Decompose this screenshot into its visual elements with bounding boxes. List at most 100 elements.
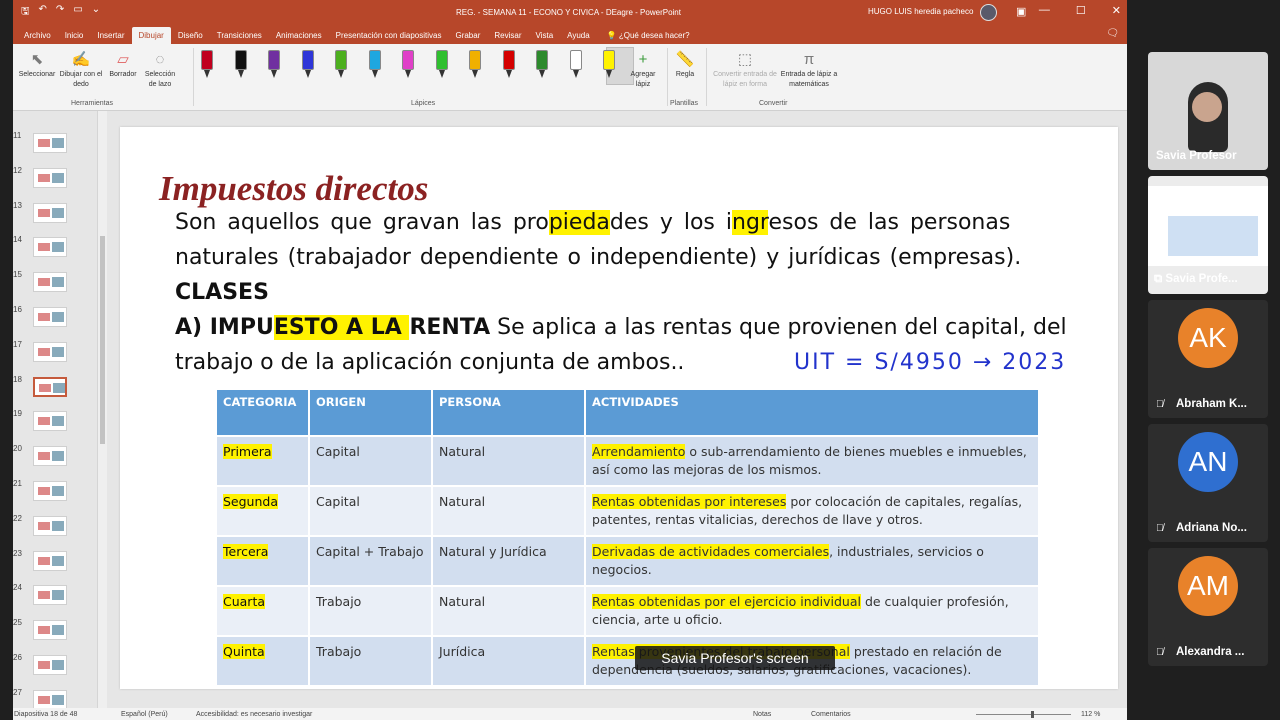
slide-thumbnail-row[interactable]: 25	[13, 618, 96, 646]
slide-thumbnail[interactable]	[33, 689, 67, 710]
slide-thumbnail[interactable]	[33, 341, 67, 362]
slide-thumbnail[interactable]	[33, 272, 67, 293]
eraser-button[interactable]: ▱ Borrador	[103, 50, 143, 80]
user-name[interactable]: HUGO LUIS heredia pacheco	[868, 7, 973, 16]
slide-thumbnail[interactable]	[33, 446, 67, 467]
ribbon-display-icon[interactable]: ▣	[1016, 5, 1026, 18]
pen-swatch[interactable]	[234, 50, 247, 80]
tab-ayuda[interactable]: Ayuda	[560, 31, 597, 44]
comments-button[interactable]: Comentarios	[811, 711, 851, 718]
slide-thumbnail[interactable]	[33, 585, 67, 606]
slide-thumbnail-row[interactable]: 23	[13, 549, 96, 577]
select-button[interactable]: ⬉ Seleccionar	[15, 50, 59, 80]
tab-grabar[interactable]: Grabar	[448, 31, 487, 44]
slide-thumbnail[interactable]	[33, 133, 67, 153]
slide-thumbnail[interactable]	[33, 550, 67, 571]
tab-vista[interactable]: Vista	[529, 31, 561, 44]
tab-presentacion[interactable]: Presentación con diapositivas	[329, 31, 449, 44]
slide-thumbnail-row[interactable]: 26	[13, 653, 96, 681]
accessibility-status[interactable]: Accesibilidad: es necesario investigar	[196, 711, 312, 718]
slide-thumbnail[interactable]	[33, 411, 67, 432]
pen-swatch[interactable]	[335, 50, 347, 80]
slide-thumbnail-row[interactable]: 17	[13, 340, 96, 368]
pen-swatch[interactable]	[268, 50, 280, 80]
slide-thumbnail[interactable]	[33, 620, 67, 641]
slide-thumbnail[interactable]	[33, 376, 67, 397]
language-indicator[interactable]: Español (Perú)	[121, 711, 168, 718]
slide-thumbnail-row[interactable]: 18	[13, 375, 96, 403]
save-icon[interactable]: 🖫	[21, 4, 30, 21]
slide-thumbnail[interactable]	[33, 515, 67, 536]
minimize-icon[interactable]: —	[1039, 4, 1050, 17]
slide-thumbnail[interactable]	[33, 307, 67, 327]
pen-swatch[interactable]	[536, 50, 548, 80]
thumbnail-scrollbar[interactable]	[97, 111, 107, 708]
zoom-slider-thumb[interactable]	[1031, 711, 1034, 718]
undo-icon[interactable]: ↶	[39, 4, 47, 21]
slide-scrollbar[interactable]	[1120, 111, 1127, 708]
thumbnail-graphic	[38, 313, 50, 321]
pen-swatch[interactable]	[368, 50, 381, 80]
slide-thumbnail-row[interactable]: 14	[13, 235, 96, 263]
present-icon[interactable]: ▭	[73, 4, 82, 21]
pen-swatch[interactable]	[402, 50, 414, 80]
slide-thumbnail-row[interactable]: 15	[13, 270, 96, 298]
participant-tile[interactable]: AM 🎙̸ Alexandra ...	[1148, 548, 1268, 666]
tab-revisar[interactable]: Revisar	[487, 31, 528, 44]
participant-tile[interactable]: AK 🎙̸ Abraham K...	[1148, 300, 1268, 418]
slide-thumbnail[interactable]	[33, 237, 67, 258]
tab-dibujar[interactable]: Dibujar	[131, 27, 171, 44]
participant-tile[interactable]: AN 🎙̸ Adriana No...	[1148, 424, 1268, 542]
slide-thumbnail[interactable]	[33, 481, 67, 501]
slide-thumbnail-row[interactable]: 19	[13, 409, 96, 437]
customize-icon[interactable]: ⌄	[92, 4, 100, 21]
slide-thumbnail-row[interactable]: 12	[13, 166, 96, 194]
pen-swatch[interactable]	[201, 50, 213, 80]
pen-swatch[interactable]	[502, 50, 515, 80]
convert-ink-to-shape-button[interactable]: ⬚ Convertir entrada de lápiz en forma	[710, 50, 780, 90]
scrollbar-thumb[interactable]	[100, 236, 105, 444]
participant-avatar: AN	[1178, 432, 1238, 492]
slide-thumbnail[interactable]	[33, 655, 67, 675]
slide-thumbnail-row[interactable]: 11	[13, 131, 96, 159]
pen-swatch[interactable]	[301, 50, 314, 80]
tab-animaciones[interactable]: Animaciones	[269, 31, 329, 44]
slide-thumbnail-row[interactable]: 20	[13, 444, 96, 472]
cell-categoria: Primera	[217, 435, 310, 486]
pen-swatch[interactable]	[569, 50, 582, 80]
maximize-icon[interactable]: ☐	[1076, 4, 1086, 17]
zoom-level[interactable]: 112 %	[1081, 711, 1100, 718]
comments-icon[interactable]: 🗨	[1106, 28, 1119, 39]
participant-tile-screenshare[interactable]: ⧉ Savia Profe...	[1148, 176, 1268, 294]
notes-button[interactable]: Notas	[753, 711, 771, 718]
slide-thumbnail-row[interactable]: 21	[13, 479, 96, 507]
participant-tile-video[interactable]: Savia Profesor	[1148, 52, 1268, 170]
slide-thumbnail-row[interactable]: 13	[13, 201, 96, 229]
pen-swatch[interactable]	[435, 50, 448, 80]
zoom-slider[interactable]	[976, 714, 1071, 715]
slide-thumbnail[interactable]	[33, 202, 67, 223]
slide-thumbnail-row[interactable]: 22	[13, 514, 96, 542]
close-icon[interactable]: ✕	[1112, 4, 1121, 17]
ink-to-math-button[interactable]: π Entrada de lápiz a matemáticas	[778, 50, 840, 90]
user-avatar[interactable]	[980, 4, 997, 21]
finger-draw-button[interactable]: ✍ Dibujar con el dedo	[57, 50, 105, 90]
add-pen-button[interactable]: + Agregar lápiz	[624, 50, 662, 90]
tab-archivo[interactable]: Archivo	[17, 31, 58, 44]
tell-me-search[interactable]: 💡 ¿Qué desea hacer?	[597, 31, 696, 44]
lasso-button[interactable]: ◌ Selección de lazo	[140, 50, 180, 90]
slide-thumbnail-row[interactable]: 24	[13, 583, 96, 611]
slide[interactable]: Impuestos directos Son aquellos que grav…	[120, 127, 1118, 689]
tab-inicio[interactable]: Inicio	[58, 31, 91, 44]
pen-swatch[interactable]	[603, 50, 615, 80]
slide-thumbnail[interactable]	[33, 167, 67, 188]
ruler-button[interactable]: 📏 Regla	[669, 50, 701, 80]
tab-transiciones[interactable]: Transiciones	[210, 31, 269, 44]
pen-swatch[interactable]	[469, 50, 481, 80]
tab-insertar[interactable]: Insertar	[90, 31, 131, 44]
thumbnail-graphic	[52, 486, 64, 496]
redo-icon[interactable]: ↷	[56, 4, 64, 21]
slide-thumbnail-row[interactable]: 16	[13, 305, 96, 333]
group-plantillas: Plantillas	[670, 100, 699, 107]
tab-diseno[interactable]: Diseño	[171, 31, 210, 44]
